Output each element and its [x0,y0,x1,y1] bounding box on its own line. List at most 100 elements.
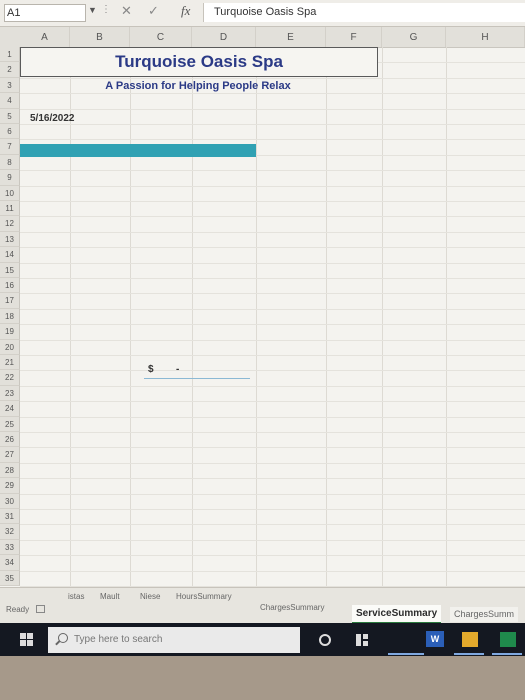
column-header-a[interactable]: A [20,27,70,47]
gridline [20,93,525,95]
sheet-tab-niese[interactable]: Niese [140,588,160,606]
sheet-tab-chargessummary[interactable]: ChargesSummary [260,599,324,617]
row-header-10[interactable]: 10 [0,185,20,201]
gridline [20,524,525,526]
row-header-18[interactable]: 18 [0,308,20,325]
gridline [20,108,525,110]
row-header-8[interactable]: 8 [0,154,20,171]
row-header-23[interactable]: 23 [0,385,20,402]
row-header-29[interactable]: 29 [0,478,20,494]
row-header-2[interactable]: 2 [0,62,20,78]
windows-start-icon[interactable] [20,633,34,647]
gridline [20,231,525,233]
formula-bar-grip-icon: ⋮ [101,4,111,15]
sheet-tab-servicesummary[interactable]: ServiceSummary [352,605,442,624]
row-header-28[interactable]: 28 [0,462,20,479]
gridline [70,47,71,587]
column-header-g[interactable]: G [382,27,446,47]
row-header-17[interactable]: 17 [0,293,20,309]
row-header-6[interactable]: 6 [0,124,20,140]
spreadsheet-grid[interactable]: A B C D E F G H 1 2 3 4 5 6 7 8 9 10 11 12 13 14 15 16 1… [0,27,525,587]
row-header-9[interactable]: 9 [0,170,20,186]
gridline [20,432,525,433]
gridline [20,139,525,141]
select-all-corner[interactable] [0,27,21,48]
taskbar-active-indicator [388,653,424,655]
currency-symbol: $ [148,364,154,375]
row-header-21[interactable]: 21 [0,355,20,371]
teal-fill-band[interactable] [20,144,256,157]
row-header-4[interactable]: 4 [0,93,20,109]
column-header-c[interactable]: C [130,27,192,47]
insert-function-button[interactable]: fx [181,3,190,19]
gridline [20,370,525,372]
date-cell[interactable]: 5/16/2022 [30,113,75,124]
gridline [20,308,525,310]
column-header-d[interactable]: D [192,27,256,47]
enter-icon[interactable]: ✓ [148,3,159,19]
row-header-1[interactable]: 1 [0,47,20,63]
row-header-15[interactable]: 15 [0,262,20,278]
excel-app-icon[interactable] [500,632,516,647]
desk-surface [0,656,525,700]
cell-area[interactable]: Turquoise Oasis Spa A Passion for Helpin… [20,47,525,587]
row-header-24[interactable]: 24 [0,401,20,417]
row-header-30[interactable]: 30 [0,493,20,509]
gridline [192,47,193,587]
gridline [382,47,383,587]
gridline [20,385,525,387]
row-header-19[interactable]: 19 [0,324,20,340]
title-cell[interactable]: Turquoise Oasis Spa [20,47,378,77]
sheet-tab-mault[interactable]: Mault [100,588,120,606]
row-header-7[interactable]: 7 [0,139,20,155]
gridline [446,47,447,587]
subtitle-cell[interactable]: A Passion for Helping People Relax [20,80,376,92]
column-header-f[interactable]: F [326,27,382,47]
row-header-3[interactable]: 3 [0,77,20,94]
column-header-b[interactable]: B [70,27,130,47]
formula-input[interactable]: Turquoise Oasis Spa [203,3,525,22]
gridline [130,47,131,587]
row-header-33[interactable]: 33 [0,539,20,556]
row-header-16[interactable]: 16 [0,278,20,294]
gridline [20,570,525,572]
cortana-icon[interactable] [319,634,331,646]
gridline [20,77,525,79]
row-header-20[interactable]: 20 [0,339,20,355]
sheet-tab-istas[interactable]: istas [68,588,84,606]
row-header-5[interactable]: 5 [0,108,20,124]
gridline [20,324,525,326]
gridline [20,416,525,418]
sheet-tab-hourssummary[interactable]: HoursSummary [176,588,232,606]
sheet-tab-chargessumm[interactable]: ChargesSumm [450,607,519,622]
row-header-31[interactable]: 31 [0,509,20,525]
row-header-32[interactable]: 32 [0,524,20,540]
name-box[interactable]: A1 [4,4,86,22]
gridline [20,170,525,172]
row-header-34[interactable]: 34 [0,555,20,571]
macro-record-icon[interactable] [36,605,45,613]
row-header-22[interactable]: 22 [0,370,20,386]
currency-cell[interactable]: $ - [144,363,250,379]
task-view-icon[interactable] [356,634,368,646]
file-explorer-icon[interactable] [462,632,478,647]
row-header-14[interactable]: 14 [0,247,20,263]
row-header-12[interactable]: 12 [0,216,20,232]
column-header-e[interactable]: E [256,27,326,47]
word-app-icon[interactable]: W [426,631,444,647]
column-header-h[interactable]: H [446,27,525,47]
gridline [20,216,525,218]
row-header-26[interactable]: 26 [0,432,20,448]
row-header-11[interactable]: 11 [0,201,20,217]
row-header-25[interactable]: 25 [0,416,20,432]
row-header-13[interactable]: 13 [0,231,20,248]
row-header-27[interactable]: 27 [0,447,20,463]
gridline [20,509,525,510]
taskbar-active-indicator [454,653,484,655]
row-header-35[interactable]: 35 [0,570,20,586]
status-ready: Ready [6,605,30,614]
cancel-icon[interactable]: ✕ [121,3,132,19]
currency-value: - [176,364,180,375]
taskbar-search-box[interactable]: Type here to search [48,627,300,653]
name-box-dropdown-icon[interactable]: ▼ [88,5,97,15]
